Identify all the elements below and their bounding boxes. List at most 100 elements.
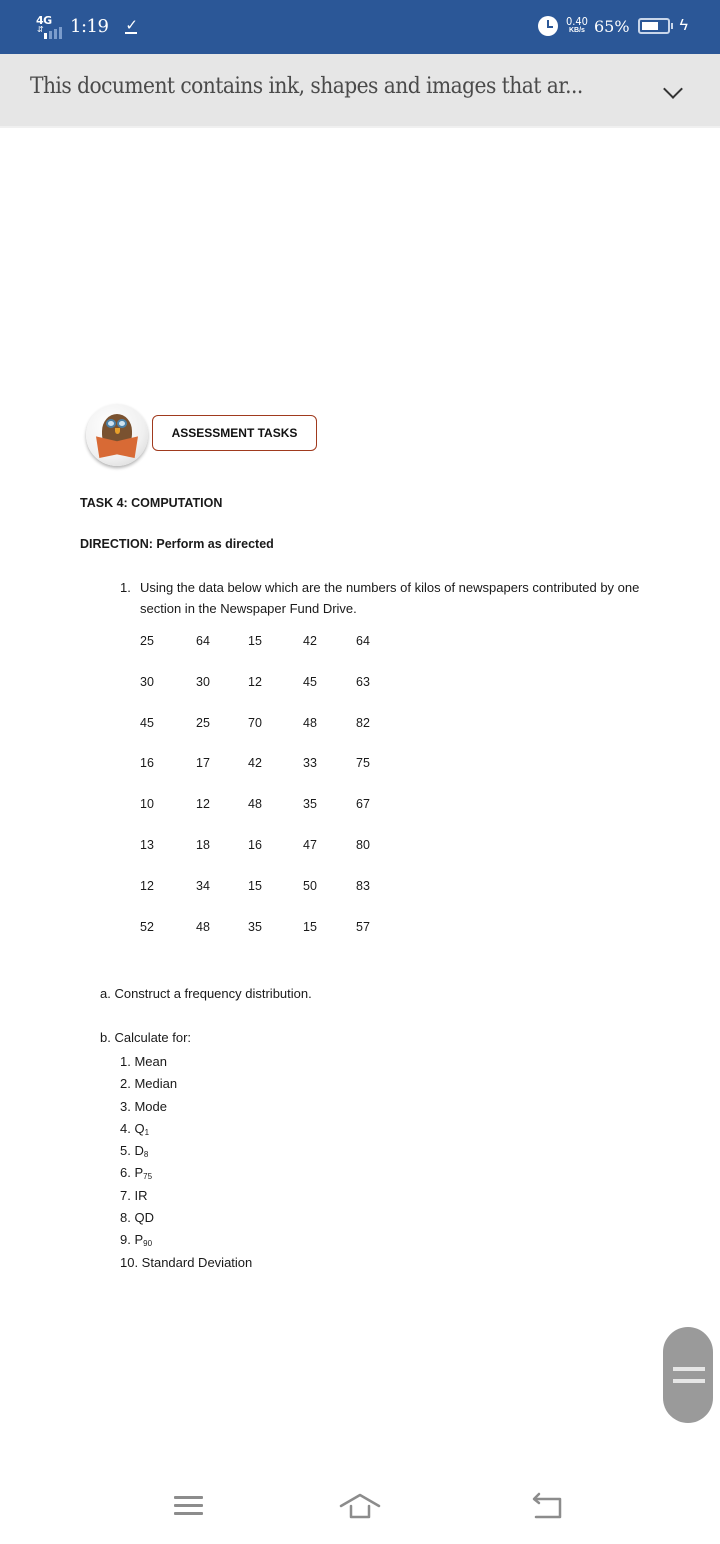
data-cell: 42 bbox=[248, 756, 262, 771]
data-cell: 42 bbox=[303, 634, 317, 648]
data-cell: 63 bbox=[356, 674, 370, 689]
data-row: 10 12 48 35 67 bbox=[130, 797, 390, 815]
data-cell: 45 bbox=[303, 674, 317, 689]
direction-text: DIRECTION: Perform as directed bbox=[80, 537, 274, 551]
data-cell: 64 bbox=[356, 634, 370, 648]
calc-item: 1. Mean bbox=[120, 1052, 252, 1074]
data-cell: 18 bbox=[196, 838, 210, 852]
signal-icon bbox=[44, 27, 62, 39]
data-cell: 45 bbox=[140, 715, 154, 730]
calc-item-label: 8. QD bbox=[120, 1210, 154, 1226]
data-cell: 10 bbox=[140, 797, 154, 812]
data-cell: 15 bbox=[248, 878, 262, 893]
data-cell: 47 bbox=[303, 838, 317, 852]
download-check-icon: ✓ bbox=[125, 17, 138, 34]
data-row: 52 48 35 15 57 bbox=[130, 920, 390, 938]
calc-item: 10. Standard Deviation bbox=[120, 1253, 252, 1275]
data-row: 25 64 15 42 64 bbox=[130, 634, 390, 652]
home-button[interactable] bbox=[335, 1486, 385, 1526]
calc-item-subscript: 90 bbox=[143, 1239, 153, 1249]
calc-item-label: 4. Q bbox=[120, 1120, 145, 1136]
calc-item: 7. IR bbox=[120, 1186, 252, 1208]
data-row: 45 25 70 48 82 bbox=[130, 716, 390, 734]
data-row: 12 34 15 50 83 bbox=[130, 879, 390, 897]
data-cell: 35 bbox=[303, 797, 317, 812]
calc-item: 5. D8 bbox=[120, 1141, 252, 1163]
data-cell: 82 bbox=[356, 715, 370, 730]
data-speed: 0.40 KB/s bbox=[565, 15, 588, 35]
status-bar: 4G ⇵ 1:19 ✓ 0.40 KB/s 65% ϟ bbox=[0, 0, 720, 54]
document-notice-banner[interactable]: This document contains ink, shapes and i… bbox=[0, 54, 720, 128]
data-cell: 12 bbox=[196, 797, 210, 812]
data-cell: 48 bbox=[303, 715, 317, 730]
data-cell: 15 bbox=[248, 634, 262, 648]
status-right: 0.40 KB/s 65% ϟ bbox=[537, 13, 688, 39]
data-cell: 50 bbox=[303, 878, 317, 893]
data-cell: 70 bbox=[248, 715, 262, 730]
data-cell: 83 bbox=[356, 878, 370, 893]
data-row: 30 30 12 45 63 bbox=[130, 675, 390, 693]
assessment-tasks-label: ASSESSMENT TASKS bbox=[152, 415, 317, 451]
menu-button[interactable] bbox=[162, 1486, 212, 1526]
data-cell: 30 bbox=[140, 674, 154, 689]
battery-percent: 65% bbox=[593, 16, 630, 36]
question-1: 1. Using the data below which are the nu… bbox=[120, 577, 660, 619]
calc-item: 6. P75 bbox=[120, 1163, 252, 1185]
calc-item-label: 1. Mean bbox=[120, 1054, 167, 1069]
document-page: ASSESSMENT TASKS TASK 4: COMPUTATION DIR… bbox=[0, 130, 720, 1470]
calc-item: 9. P90 bbox=[120, 1230, 252, 1252]
data-cell: 25 bbox=[196, 715, 210, 730]
calc-item-label: 3. Mode bbox=[120, 1098, 167, 1114]
calc-item: 4. Q1 bbox=[120, 1119, 252, 1141]
status-left: 4G ⇵ 1:19 ✓ bbox=[36, 13, 138, 39]
calc-item-label: 9. P bbox=[120, 1232, 144, 1248]
calc-item: 3. Mode bbox=[120, 1097, 252, 1119]
calc-item-subscript: 1 bbox=[144, 1127, 150, 1137]
data-cell: 64 bbox=[196, 634, 210, 648]
calc-item-label: 6. P bbox=[120, 1165, 144, 1181]
scroll-handle[interactable] bbox=[663, 1327, 713, 1423]
calc-item-label: 2. Median bbox=[120, 1076, 178, 1092]
part-a-instruction: a. Construct a frequency distribution. bbox=[100, 986, 312, 1001]
data-row: 16 17 42 33 75 bbox=[130, 756, 390, 774]
question-number: 1. bbox=[120, 580, 131, 595]
data-cell: 30 bbox=[196, 674, 210, 689]
battery-icon bbox=[637, 18, 673, 34]
data-speed-value: 0.40 bbox=[565, 15, 588, 28]
data-cell: 35 bbox=[248, 919, 262, 934]
calc-item-label: 10. Standard Deviation bbox=[120, 1254, 253, 1270]
data-cell: 12 bbox=[140, 878, 154, 893]
system-navigation-bar bbox=[0, 1470, 720, 1544]
data-cell: 25 bbox=[140, 634, 154, 648]
calc-item: 2. Median bbox=[120, 1074, 252, 1096]
owl-reading-book-image bbox=[86, 404, 148, 466]
charging-bolt-icon: ϟ bbox=[679, 17, 688, 34]
menu-icon bbox=[174, 1496, 203, 1499]
data-speed-unit: KB/s bbox=[568, 27, 585, 34]
data-cell: 13 bbox=[140, 838, 154, 852]
alarm-icon bbox=[537, 16, 558, 36]
chevron-down-icon[interactable] bbox=[663, 79, 683, 99]
data-cell: 48 bbox=[248, 797, 262, 812]
data-cell: 15 bbox=[303, 919, 317, 934]
data-cell: 80 bbox=[356, 838, 370, 852]
data-cell: 75 bbox=[356, 756, 370, 771]
data-cell: 52 bbox=[140, 919, 154, 934]
clock: 1:19 bbox=[70, 15, 109, 37]
notice-text: This document contains ink, shapes and i… bbox=[30, 74, 583, 99]
back-button[interactable] bbox=[520, 1486, 570, 1526]
home-icon bbox=[339, 1493, 381, 1519]
data-cell: 57 bbox=[356, 919, 370, 934]
calc-item-label: 5. D bbox=[120, 1143, 144, 1159]
calc-item-subscript: 8 bbox=[143, 1150, 149, 1160]
calculation-list: 1. Mean 2. Median 3. Mode 4. Q1 5. D8 6. P75 7… bbox=[120, 1052, 252, 1275]
data-row: 13 18 16 47 80 bbox=[130, 838, 390, 856]
battery-level bbox=[641, 22, 658, 30]
data-cell: 16 bbox=[248, 838, 262, 852]
back-icon bbox=[532, 1492, 562, 1519]
data-cell: 34 bbox=[196, 878, 210, 893]
question-text: Using the data below which are the numbe… bbox=[140, 580, 640, 616]
calc-item-subscript: 75 bbox=[143, 1172, 153, 1182]
data-cell: 67 bbox=[356, 797, 370, 812]
network-4g-icon: 4G ⇵ bbox=[36, 14, 66, 39]
